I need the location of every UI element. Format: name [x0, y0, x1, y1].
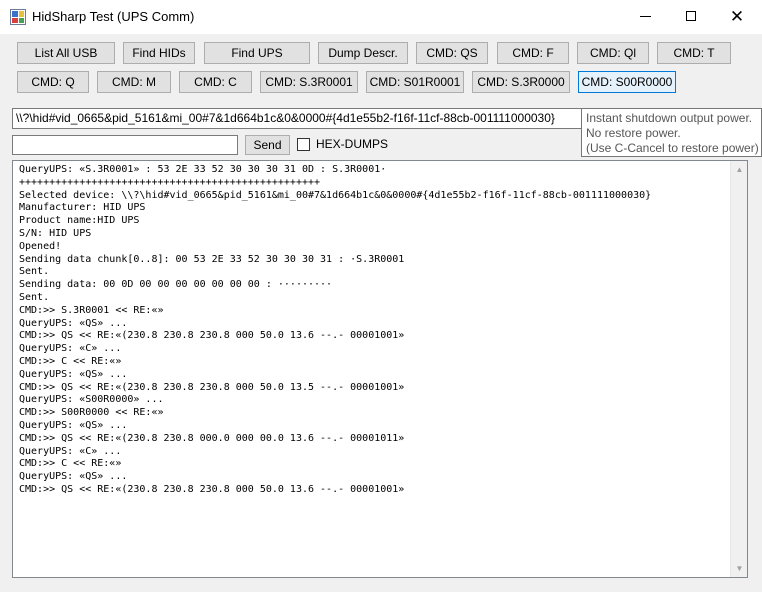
cmd-ql-button[interactable]: CMD: Ql [577, 42, 649, 64]
cmd-s00r0000-button[interactable]: CMD: S00R0000 [578, 71, 676, 93]
close-icon: ✕ [729, 6, 745, 26]
log-line: Sent. [19, 291, 50, 303]
log-line: QueryUPS: «QS» ... [19, 368, 128, 380]
dump-descr-button[interactable]: Dump Descr. [318, 42, 408, 64]
log-line: QueryUPS: «QS» ... [19, 419, 128, 431]
maximize-icon [686, 11, 696, 21]
log-line: CMD:>> S.3R0001 << RE:«» [19, 304, 164, 316]
minimize-button[interactable] [622, 0, 668, 32]
list-all-usb-button[interactable]: List All USB [17, 42, 115, 64]
log-line: CMD:>> C << RE:«» [19, 458, 122, 470]
tooltip: Instant shutdown output power. No restor… [581, 108, 762, 157]
title-bar: HidSharp Test (UPS Comm) ✕ [0, 0, 762, 34]
log-line: Manufacturer: HID UPS [19, 202, 146, 214]
scroll-down-arrow-icon[interactable]: ▼ [731, 560, 747, 577]
cmd-s01r0001-button[interactable]: CMD: S01R0001 [366, 71, 464, 93]
log-line: CMD:>> QS << RE:«(230.8 230.8 000.0 000 … [19, 432, 405, 444]
log-line: Product name:HID UPS [19, 215, 140, 227]
find-hids-button[interactable]: Find HIDs [123, 42, 195, 64]
log-line: CMD:>> S00R0000 << RE:«» [19, 407, 164, 419]
hex-dumps-checkbox[interactable] [297, 138, 310, 151]
log-textbox[interactable]: QueryUPS: «S.3R0001» : 53 2E 33 52 30 30… [12, 160, 748, 578]
vertical-scrollbar[interactable]: ▲ ▼ [730, 161, 747, 577]
log-line: QueryUPS: «S00R0000» ... [19, 394, 164, 406]
cmd-f-button[interactable]: CMD: F [497, 42, 569, 64]
tooltip-line: No restore power. [586, 126, 681, 140]
close-button[interactable]: ✕ [714, 0, 760, 32]
log-line: QueryUPS: «C» ... [19, 445, 122, 457]
scroll-up-arrow-icon[interactable]: ▲ [731, 161, 747, 178]
log-content: QueryUPS: «S.3R0001» : 53 2E 33 52 30 30… [19, 164, 727, 497]
tooltip-line: (Use C-Cancel to restore power) [586, 141, 759, 155]
command-input[interactable] [12, 135, 238, 155]
window-title: HidSharp Test (UPS Comm) [32, 9, 195, 24]
log-line: CMD:>> QS << RE:«(230.8 230.8 230.8 000 … [19, 330, 405, 342]
log-line: Sending data: 00 0D 00 00 00 00 00 00 00… [19, 279, 333, 291]
cmd-s3r0001-button[interactable]: CMD: S.3R0001 [260, 71, 358, 93]
cmd-s3r0000-button[interactable]: CMD: S.3R0000 [472, 71, 570, 93]
log-line: CMD:>> C << RE:«» [19, 355, 122, 367]
maximize-button[interactable] [668, 0, 714, 32]
log-line: Sent. [19, 266, 50, 278]
cmd-c-button[interactable]: CMD: C [179, 71, 252, 93]
log-line: CMD:>> QS << RE:«(230.8 230.8 230.8 000 … [19, 483, 405, 495]
device-path-field[interactable]: \\?\hid#vid_0665&pid_5161&mi_00#7&1d664b… [12, 108, 592, 129]
log-line: QueryUPS: «C» ... [19, 343, 122, 355]
cmd-t-button[interactable]: CMD: T [657, 42, 731, 64]
log-line: Selected device: \\?\hid#vid_0665&pid_51… [19, 189, 652, 201]
log-line: S/N: HID UPS [19, 227, 92, 239]
log-line: QueryUPS: «QS» ... [19, 317, 128, 329]
minimize-icon [639, 15, 651, 17]
find-ups-button[interactable]: Find UPS [204, 42, 310, 64]
app-icon [10, 9, 26, 25]
cmd-q-button[interactable]: CMD: Q [17, 71, 89, 93]
cmd-m-button[interactable]: CMD: M [97, 71, 171, 93]
hex-dumps-label: HEX-DUMPS [316, 137, 389, 151]
log-line: ++++++++++++++++++++++++++++++++++++++++… [19, 176, 321, 188]
cmd-qs-button[interactable]: CMD: QS [416, 42, 488, 64]
log-line: Sending data chunk[0..8]: 00 53 2E 33 52… [19, 253, 405, 265]
tooltip-line: Instant shutdown output power. [586, 111, 753, 125]
log-line: QueryUPS: «S.3R0001» : 53 2E 33 52 30 30… [19, 164, 387, 175]
log-line: CMD:>> QS << RE:«(230.8 230.8 230.8 000 … [19, 381, 405, 393]
log-line: Opened! [19, 240, 62, 252]
log-line: QueryUPS: «QS» ... [19, 471, 128, 483]
send-button[interactable]: Send [245, 135, 290, 155]
